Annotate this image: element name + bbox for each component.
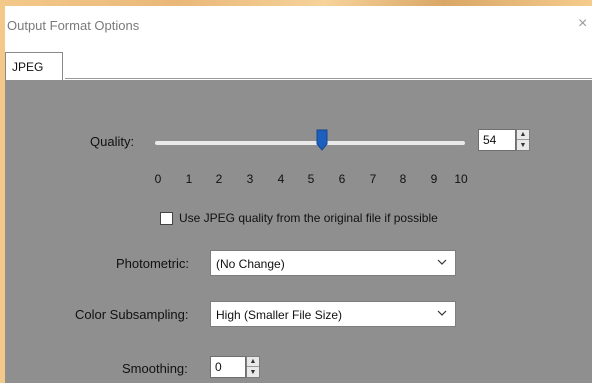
tab-divider: [65, 78, 592, 79]
smoothing-input[interactable]: 0: [210, 356, 246, 378]
scale-tick: 5: [307, 172, 315, 186]
photometric-value: (No Change): [216, 257, 285, 271]
tab-jpeg-label: JPEG: [12, 60, 44, 74]
quality-stepper[interactable]: ▲ ▼: [516, 129, 530, 151]
close-icon[interactable]: ×: [578, 16, 592, 32]
quality-label: Quality:: [90, 134, 135, 149]
color-subsampling-label: Color Subsampling:: [75, 307, 189, 322]
scale-tick: 1: [185, 172, 193, 186]
tab-strip: JPEG: [5, 46, 592, 80]
color-subsampling-select[interactable]: High (Smaller File Size): [210, 301, 456, 327]
title-bar: Output Format Options ×: [5, 6, 592, 46]
dialog-title: Output Format Options: [7, 18, 140, 33]
scale-tick: 6: [338, 172, 346, 186]
output-format-dialog: Output Format Options × JPEG Quality: 54…: [5, 6, 592, 383]
scale-tick: 3: [246, 172, 254, 186]
quality-slider-thumb[interactable]: [316, 129, 328, 151]
scale-tick: 2: [215, 172, 223, 186]
quality-scale: 0 1 2 3 4 5 6 7 8 9 10: [154, 172, 468, 190]
arrow-down-icon[interactable]: ▼: [517, 140, 529, 150]
tab-jpeg[interactable]: JPEG: [5, 52, 63, 80]
use-original-quality-label: Use JPEG quality from the original file …: [179, 211, 438, 225]
color-subsampling-value: High (Smaller File Size): [216, 308, 343, 322]
scale-tick: 9: [430, 172, 438, 186]
photometric-label: Photometric:: [116, 256, 189, 271]
arrow-up-icon[interactable]: ▲: [517, 130, 529, 140]
chevron-down-icon: [437, 255, 447, 272]
scale-tick: 10: [454, 172, 468, 186]
slider-thumb-icon: [316, 129, 328, 151]
quality-slider-track[interactable]: [155, 141, 465, 145]
quality-input[interactable]: 54: [478, 129, 516, 151]
smoothing-label: Smoothing:: [122, 361, 188, 376]
use-original-quality-checkbox[interactable]: [160, 212, 173, 225]
arrow-down-icon[interactable]: ▼: [247, 367, 259, 377]
smoothing-stepper[interactable]: ▲ ▼: [246, 356, 260, 378]
scale-tick: 4: [277, 172, 285, 186]
arrow-up-icon[interactable]: ▲: [247, 357, 259, 367]
photometric-select[interactable]: (No Change): [210, 250, 456, 276]
scale-tick: 7: [369, 172, 377, 186]
scale-tick: 0: [154, 172, 162, 186]
chevron-down-icon: [437, 306, 447, 323]
scale-tick: 8: [399, 172, 407, 186]
